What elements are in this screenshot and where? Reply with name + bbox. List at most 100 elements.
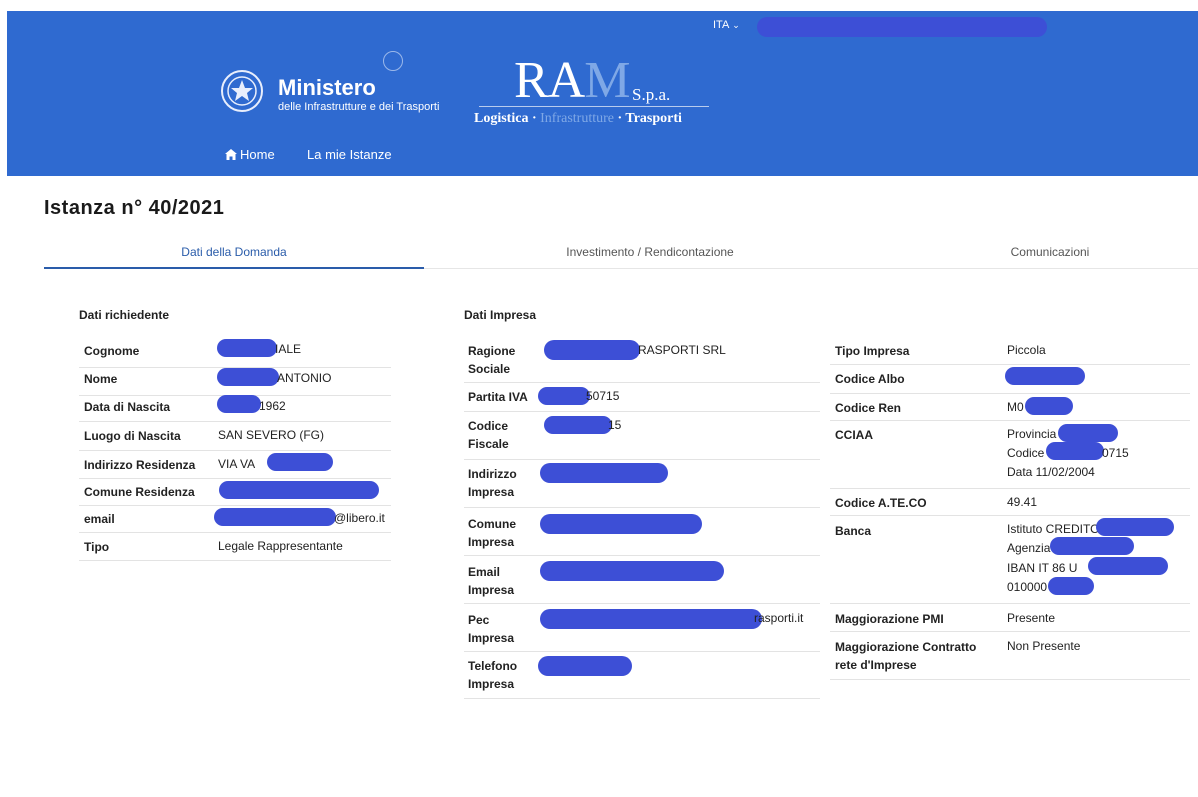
table-row: Banca Istituto CREDITO Agenzia IBAN IT 8… (830, 515, 1190, 604)
table-row: Ragione Sociale RASPORTI SRL (464, 339, 820, 383)
field-label: Maggiorazione Contratto rete d'Imprese (835, 640, 977, 672)
field-label: Tipo Impresa (835, 344, 910, 358)
redaction-mark (540, 561, 724, 581)
table-row: Data di Nascita 1962 (79, 395, 391, 422)
field-label: Email Impresa (468, 565, 515, 597)
field-value: 49.41 (1007, 495, 1038, 509)
tab-dati-domanda[interactable]: Dati della Domanda (44, 245, 424, 259)
table-row: Pec Impresa rasporti.it (464, 603, 820, 652)
redaction-mark (1046, 442, 1104, 460)
field-label: Cognome (84, 344, 140, 358)
field-label: Indirizzo Residenza (84, 458, 196, 472)
tab-comunicazioni[interactable]: Comunicazioni (930, 245, 1170, 259)
redaction-mark (1058, 424, 1118, 442)
redaction-mark (1096, 518, 1174, 536)
field-label: Indirizzo Impresa (468, 467, 517, 499)
table-row: Maggiorazione Contratto rete d'Imprese N… (830, 631, 1190, 680)
nav-istanze[interactable]: La mie Istanze (307, 147, 392, 162)
field-label: Tipo (84, 540, 110, 554)
top-bar: ITA ⌄ (7, 11, 1198, 41)
field-value: Legale Rappresentante (218, 539, 343, 553)
field-value: rasporti.it (754, 611, 804, 625)
field-label: Ragione Sociale (468, 344, 516, 376)
ram-logo-tagline: Logistica · Infrastrutture · Trasporti (474, 111, 682, 126)
field-value: 50715 (586, 389, 620, 403)
redaction-mark (757, 17, 1047, 37)
redaction-mark (217, 395, 261, 413)
page-title: Istanza n° 40/2021 (44, 197, 225, 219)
header: Ministero delle Infrastrutture e dei Tra… (7, 41, 1198, 176)
field-label: Comune Impresa (468, 517, 516, 549)
table-row: Partita IVA 50715 (464, 382, 820, 412)
redaction-mark (219, 481, 379, 499)
ministry-emblem-icon (221, 70, 263, 112)
field-value: Provincia (1007, 427, 1057, 441)
field-label: Codice Albo (835, 372, 905, 386)
nav-home[interactable]: Home (225, 147, 275, 162)
field-label: Codice Ren (835, 401, 902, 415)
field-value: Codice (1007, 446, 1045, 460)
field-label: Comune Residenza (84, 485, 195, 499)
redaction-mark (1025, 397, 1073, 415)
table-row: Telefono Impresa (464, 651, 820, 699)
section-heading-impresa: Dati Impresa (464, 308, 537, 322)
field-value: Data 11/02/2004 (1007, 465, 1095, 479)
redaction-mark (217, 368, 279, 386)
redaction-mark (1048, 577, 1094, 595)
ram-logo-ra: RA (514, 52, 585, 109)
field-value: 0715 (1102, 446, 1129, 460)
field-value: M0 (1007, 400, 1024, 414)
field-value: SAN SEVERO (FG) (218, 428, 325, 442)
field-label: email (84, 512, 115, 526)
field-label: Codice Fiscale (468, 419, 509, 451)
field-value: @libero.it (334, 511, 385, 525)
redaction-mark (214, 508, 336, 526)
ministry-title: Ministero (278, 75, 376, 100)
redaction-mark (538, 387, 590, 405)
field-value: IALE (275, 342, 302, 356)
table-row: Comune Impresa (464, 507, 820, 556)
section-heading-richiedente: Dati richiedente (79, 308, 170, 322)
field-value: Piccola (1007, 343, 1046, 357)
table-row: Comune Residenza (79, 478, 391, 506)
table-row: Codice Fiscale 15 (464, 411, 820, 460)
redaction-mark (1088, 557, 1168, 575)
ram-logo-m: M (584, 52, 630, 109)
redaction-mark (540, 609, 762, 629)
field-label: Luogo di Nascita (84, 429, 181, 443)
nav-home-label: Home (240, 147, 275, 162)
field-value: IBAN IT 86 U (1007, 561, 1078, 575)
redaction-mark (267, 453, 333, 471)
table-row: email @libero.it (79, 505, 391, 533)
table-row: Indirizzo Impresa (464, 459, 820, 508)
chevron-down-icon: ⌄ (732, 20, 740, 30)
field-value: 1962 (259, 399, 286, 413)
field-label: Nome (84, 372, 118, 386)
tab-investimento[interactable]: Investimento / Rendicontazione (470, 245, 830, 259)
field-value: ANTONIO (277, 371, 332, 385)
table-row: Tipo Impresa Piccola (830, 339, 1190, 365)
redaction-mark (540, 514, 702, 534)
home-icon (225, 149, 237, 160)
ram-logo: RAM S.p.a. Logistica · Infrastrutture · … (474, 51, 724, 131)
language-selector[interactable]: ITA ⌄ (713, 19, 740, 31)
field-label: Maggiorazione PMI (835, 612, 944, 626)
ram-logo-spa: S.p.a. (632, 85, 671, 104)
language-label: ITA (713, 19, 730, 31)
field-label: Telefono Impresa (468, 659, 518, 691)
table-row: Luogo di Nascita SAN SEVERO (FG) (79, 421, 391, 451)
redaction-mark (1005, 367, 1085, 385)
circle-icon (383, 51, 403, 71)
table-row: Nome ANTONIO (79, 367, 391, 396)
ministry-subtitle: delle Infrastrutture e dei Trasporti (278, 101, 440, 113)
redaction-mark (538, 656, 632, 676)
ram-logo-divider (479, 106, 709, 107)
field-value: Non Presente (1007, 639, 1081, 653)
field-label: Pec Impresa (468, 613, 515, 645)
table-row: Maggiorazione PMI Presente (830, 603, 1190, 632)
field-value: 15 (608, 418, 622, 432)
field-value: Agenzia (1007, 541, 1051, 555)
field-label: Codice A.TE.CO (835, 496, 927, 510)
field-label: Data di Nascita (84, 400, 171, 414)
tabs-divider (424, 268, 1198, 269)
